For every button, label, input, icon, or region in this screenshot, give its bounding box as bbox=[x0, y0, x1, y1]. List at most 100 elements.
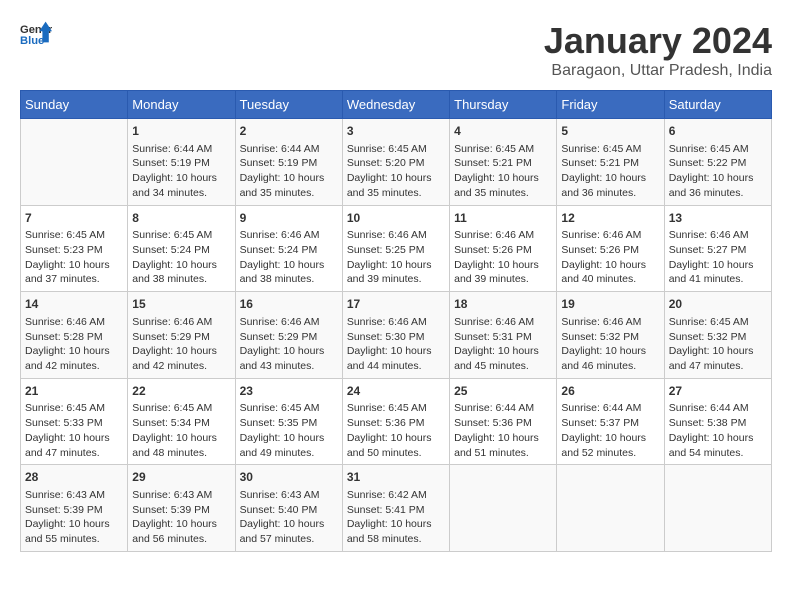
day-number: 4 bbox=[454, 123, 552, 140]
day-info: Sunrise: 6:46 AM Sunset: 5:26 PM Dayligh… bbox=[454, 228, 552, 287]
day-number: 30 bbox=[240, 469, 338, 486]
day-info: Sunrise: 6:44 AM Sunset: 5:37 PM Dayligh… bbox=[561, 401, 659, 460]
logo: General Blue bbox=[20, 20, 52, 48]
day-info: Sunrise: 6:44 AM Sunset: 5:19 PM Dayligh… bbox=[240, 142, 338, 201]
calendar-cell: 17 Sunrise: 6:46 AM Sunset: 5:30 PM Dayli… bbox=[342, 292, 449, 379]
day-number: 18 bbox=[454, 296, 552, 313]
calendar-cell: 2 Sunrise: 6:44 AM Sunset: 5:19 PM Daylig… bbox=[235, 119, 342, 206]
day-number: 7 bbox=[25, 210, 123, 227]
day-number: 20 bbox=[669, 296, 767, 313]
calendar-cell bbox=[557, 465, 664, 552]
calendar-header-cell: Tuesday bbox=[235, 91, 342, 119]
calendar-cell bbox=[21, 119, 128, 206]
day-info: Sunrise: 6:43 AM Sunset: 5:39 PM Dayligh… bbox=[132, 488, 230, 547]
calendar-cell: 30 Sunrise: 6:43 AM Sunset: 5:40 PM Dayli… bbox=[235, 465, 342, 552]
calendar-cell: 5 Sunrise: 6:45 AM Sunset: 5:21 PM Daylig… bbox=[557, 119, 664, 206]
day-info: Sunrise: 6:45 AM Sunset: 5:35 PM Dayligh… bbox=[240, 401, 338, 460]
calendar-cell: 4Sunrise: 6:45 AM Sunset: 5:21 PM Daylig… bbox=[450, 119, 557, 206]
day-number: 9 bbox=[240, 210, 338, 227]
calendar-cell: 26Sunrise: 6:44 AM Sunset: 5:37 PM Dayli… bbox=[557, 378, 664, 465]
calendar-header-row: SundayMondayTuesdayWednesdayThursdayFrid… bbox=[21, 91, 772, 119]
calendar-cell: 22Sunrise: 6:45 AM Sunset: 5:34 PM Dayli… bbox=[128, 378, 235, 465]
calendar-cell: 24Sunrise: 6:45 AM Sunset: 5:36 PM Dayli… bbox=[342, 378, 449, 465]
day-info: Sunrise: 6:45 AM Sunset: 5:23 PM Dayligh… bbox=[25, 228, 123, 287]
day-number: 13 bbox=[669, 210, 767, 227]
calendar-cell: 7Sunrise: 6:45 AM Sunset: 5:23 PM Daylig… bbox=[21, 205, 128, 292]
calendar-cell: 25Sunrise: 6:44 AM Sunset: 5:36 PM Dayli… bbox=[450, 378, 557, 465]
month-title: January 2024 bbox=[544, 20, 772, 62]
day-info: Sunrise: 6:46 AM Sunset: 5:25 PM Dayligh… bbox=[347, 228, 445, 287]
calendar-header-cell: Sunday bbox=[21, 91, 128, 119]
day-number: 16 bbox=[240, 296, 338, 313]
calendar-cell: 21Sunrise: 6:45 AM Sunset: 5:33 PM Dayli… bbox=[21, 378, 128, 465]
calendar-cell: 23Sunrise: 6:45 AM Sunset: 5:35 PM Dayli… bbox=[235, 378, 342, 465]
day-info: Sunrise: 6:44 AM Sunset: 5:19 PM Dayligh… bbox=[132, 142, 230, 201]
day-number: 1 bbox=[132, 123, 230, 140]
day-info: Sunrise: 6:42 AM Sunset: 5:41 PM Dayligh… bbox=[347, 488, 445, 547]
day-info: Sunrise: 6:45 AM Sunset: 5:21 PM Dayligh… bbox=[561, 142, 659, 201]
day-number: 14 bbox=[25, 296, 123, 313]
calendar-cell: 16 Sunrise: 6:46 AM Sunset: 5:29 PM Dayli… bbox=[235, 292, 342, 379]
day-number: 26 bbox=[561, 383, 659, 400]
day-number: 12 bbox=[561, 210, 659, 227]
day-number: 24 bbox=[347, 383, 445, 400]
day-info: Sunrise: 6:45 AM Sunset: 5:24 PM Dayligh… bbox=[132, 228, 230, 287]
day-info: Sunrise: 6:46 AM Sunset: 5:29 PM Dayligh… bbox=[240, 315, 338, 374]
day-info: Sunrise: 6:45 AM Sunset: 5:20 PM Dayligh… bbox=[347, 142, 445, 201]
calendar-cell: 29Sunrise: 6:43 AM Sunset: 5:39 PM Dayli… bbox=[128, 465, 235, 552]
day-info: Sunrise: 6:46 AM Sunset: 5:30 PM Dayligh… bbox=[347, 315, 445, 374]
day-info: Sunrise: 6:45 AM Sunset: 5:34 PM Dayligh… bbox=[132, 401, 230, 460]
calendar-header-cell: Wednesday bbox=[342, 91, 449, 119]
day-number: 6 bbox=[669, 123, 767, 140]
day-number: 3 bbox=[347, 123, 445, 140]
day-number: 23 bbox=[240, 383, 338, 400]
calendar-cell: 31Sunrise: 6:42 AM Sunset: 5:41 PM Dayli… bbox=[342, 465, 449, 552]
day-number: 5 bbox=[561, 123, 659, 140]
calendar-cell: 8Sunrise: 6:45 AM Sunset: 5:24 PM Daylig… bbox=[128, 205, 235, 292]
calendar-cell bbox=[450, 465, 557, 552]
calendar-cell: 3 Sunrise: 6:45 AM Sunset: 5:20 PM Daylig… bbox=[342, 119, 449, 206]
day-info: Sunrise: 6:43 AM Sunset: 5:39 PM Dayligh… bbox=[25, 488, 123, 547]
calendar-cell: 11Sunrise: 6:46 AM Sunset: 5:26 PM Dayli… bbox=[450, 205, 557, 292]
calendar-cell: 28 Sunrise: 6:43 AM Sunset: 5:39 PM Dayli… bbox=[21, 465, 128, 552]
day-info: Sunrise: 6:44 AM Sunset: 5:38 PM Dayligh… bbox=[669, 401, 767, 460]
calendar-body: 1 Sunrise: 6:44 AM Sunset: 5:19 PM Daylig… bbox=[21, 119, 772, 552]
calendar-table: SundayMondayTuesdayWednesdayThursdayFrid… bbox=[20, 90, 772, 552]
day-info: Sunrise: 6:43 AM Sunset: 5:40 PM Dayligh… bbox=[240, 488, 338, 547]
calendar-cell: 19Sunrise: 6:46 AM Sunset: 5:32 PM Dayli… bbox=[557, 292, 664, 379]
calendar-week-row: 28 Sunrise: 6:43 AM Sunset: 5:39 PM Dayli… bbox=[21, 465, 772, 552]
day-number: 11 bbox=[454, 210, 552, 227]
day-number: 28 bbox=[25, 469, 123, 486]
day-info: Sunrise: 6:46 AM Sunset: 5:29 PM Dayligh… bbox=[132, 315, 230, 374]
calendar-week-row: 1 Sunrise: 6:44 AM Sunset: 5:19 PM Daylig… bbox=[21, 119, 772, 206]
day-info: Sunrise: 6:45 AM Sunset: 5:33 PM Dayligh… bbox=[25, 401, 123, 460]
calendar-cell: 6 Sunrise: 6:45 AM Sunset: 5:22 PM Daylig… bbox=[664, 119, 771, 206]
day-number: 25 bbox=[454, 383, 552, 400]
day-number: 8 bbox=[132, 210, 230, 227]
calendar-cell: 13Sunrise: 6:46 AM Sunset: 5:27 PM Dayli… bbox=[664, 205, 771, 292]
day-number: 2 bbox=[240, 123, 338, 140]
day-info: Sunrise: 6:45 AM Sunset: 5:22 PM Dayligh… bbox=[669, 142, 767, 201]
day-number: 17 bbox=[347, 296, 445, 313]
day-number: 10 bbox=[347, 210, 445, 227]
header: General Blue January 2024 Baragaon, Utta… bbox=[20, 20, 772, 80]
calendar-cell: 18Sunrise: 6:46 AM Sunset: 5:31 PM Dayli… bbox=[450, 292, 557, 379]
day-info: Sunrise: 6:46 AM Sunset: 5:27 PM Dayligh… bbox=[669, 228, 767, 287]
calendar-cell: 9Sunrise: 6:46 AM Sunset: 5:24 PM Daylig… bbox=[235, 205, 342, 292]
day-info: Sunrise: 6:46 AM Sunset: 5:28 PM Dayligh… bbox=[25, 315, 123, 374]
day-info: Sunrise: 6:46 AM Sunset: 5:24 PM Dayligh… bbox=[240, 228, 338, 287]
title-area: January 2024 Baragaon, Uttar Pradesh, In… bbox=[544, 20, 772, 80]
day-info: Sunrise: 6:44 AM Sunset: 5:36 PM Dayligh… bbox=[454, 401, 552, 460]
calendar-week-row: 14 Sunrise: 6:46 AM Sunset: 5:28 PM Dayli… bbox=[21, 292, 772, 379]
day-info: Sunrise: 6:46 AM Sunset: 5:32 PM Dayligh… bbox=[561, 315, 659, 374]
day-number: 15 bbox=[132, 296, 230, 313]
calendar-cell: 12Sunrise: 6:46 AM Sunset: 5:26 PM Dayli… bbox=[557, 205, 664, 292]
logo-icon: General Blue bbox=[20, 20, 52, 48]
calendar-header-cell: Thursday bbox=[450, 91, 557, 119]
location-title: Baragaon, Uttar Pradesh, India bbox=[544, 62, 772, 80]
day-info: Sunrise: 6:45 AM Sunset: 5:32 PM Dayligh… bbox=[669, 315, 767, 374]
calendar-cell: 20 Sunrise: 6:45 AM Sunset: 5:32 PM Dayli… bbox=[664, 292, 771, 379]
day-number: 22 bbox=[132, 383, 230, 400]
calendar-week-row: 7Sunrise: 6:45 AM Sunset: 5:23 PM Daylig… bbox=[21, 205, 772, 292]
calendar-cell: 27Sunrise: 6:44 AM Sunset: 5:38 PM Dayli… bbox=[664, 378, 771, 465]
